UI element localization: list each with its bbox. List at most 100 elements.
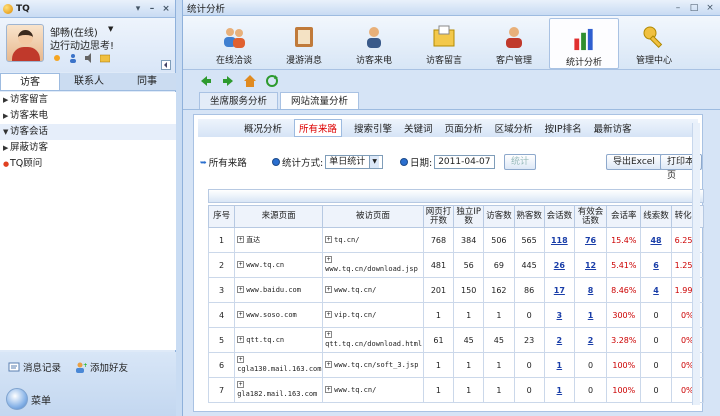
col-valid-sessions[interactable]: 有效会话数 [573,205,608,228]
sessions-link[interactable]: 2 [557,336,563,345]
message-record-button[interactable]: 消息记录 [8,360,61,374]
expand-plus-icon[interactable]: + [325,331,333,338]
sessions-link[interactable]: 26 [554,261,565,270]
tool-admin-center[interactable]: 管理中心 [619,16,689,69]
list-item-messages[interactable]: ▶ 访客留言 [0,92,176,108]
menu-search-engines[interactable]: 搜索引擎 [354,121,392,135]
forward-icon[interactable] [221,74,235,88]
menu-page-analysis[interactable]: 页面分析 [445,121,483,135]
table-row[interactable]: 1 + 直达 + tq.cn/768 384 506 565 118 76 15.4% 48 6.25% [208,227,704,253]
sessions-link[interactable]: 1 [557,361,563,370]
valid-sessions-link[interactable]: 76 [585,236,596,245]
expand-plus-icon[interactable]: + [237,356,245,363]
user-icon[interactable] [68,53,78,63]
table-row[interactable]: 5 + qtt.tq.cn +qtt.tq.cn/download.html 61 45 4… [208,327,704,353]
avatar[interactable] [6,24,44,62]
expand-plus-icon[interactable]: + [237,335,245,343]
collapse-icon[interactable] [161,60,171,70]
tool-online-chat[interactable]: 在线洽谈 [199,16,269,69]
expand-plus-icon[interactable]: + [237,260,245,268]
tool-visitor-calls[interactable]: 访客来电 [339,16,409,69]
list-item-tq-advisor[interactable]: ● TQ顾问 [0,156,176,172]
leads-link[interactable]: 48 [650,236,661,245]
home-icon[interactable] [243,74,257,88]
menu-region-analysis[interactable]: 区域分析 [495,121,533,135]
row-number-cell: 4 [208,302,236,328]
list-item-calls[interactable]: ▶ 访客来电 [0,108,176,124]
col-regulars[interactable]: 熟客数 [513,205,545,228]
sessions-link[interactable]: 1 [557,386,563,395]
col-source[interactable]: 来源页面 [234,205,324,228]
back-icon[interactable] [199,74,213,88]
valid-sessions-link[interactable]: 12 [585,261,596,270]
sessions-link[interactable]: 17 [554,286,565,295]
vertical-scrollbar[interactable] [692,123,700,405]
valid-sessions-link[interactable]: 8 [588,286,594,295]
col-page-opens[interactable]: 网页打开数 [422,205,455,228]
close-icon[interactable]: × [704,2,716,14]
tool-roaming-messages[interactable]: 漫游消息 [269,16,339,69]
menu-icon[interactable]: ▾ [132,3,144,15]
table-row[interactable]: 7 +gla182.mail.163.com + www.tq.cn/1 1 1 0 1 0 10… [208,377,704,403]
table-row[interactable]: 3 + www.baidu.com + www.tq.cn/201 150 162 86 17 8… [208,277,704,303]
col-unique-ip[interactable]: 独立IP数 [453,205,485,228]
user-message[interactable]: 边行动边思考! [50,37,114,52]
expand-plus-icon[interactable]: + [325,235,333,243]
menu-ip-ranking[interactable]: 按IP排名 [545,121,582,135]
menu-overview[interactable]: 概况分析 [244,121,282,135]
stat-method-select[interactable]: 单日统计 ▼ [325,155,384,169]
leads-link[interactable]: 4 [653,286,659,295]
table-row[interactable]: 2 + www.tq.cn +www.tq.cn/download.jsp 481 56 6… [208,252,704,278]
col-leads[interactable]: 线索数 [640,205,672,228]
main-menu-button[interactable]: 菜单 [6,388,51,410]
date-input[interactable]: 2011-04-07 [434,155,495,169]
expand-plus-icon[interactable]: + [237,285,245,293]
list-item-sessions[interactable]: ▼ 访客会话 [0,124,176,140]
expand-plus-icon[interactable]: + [237,381,245,388]
status-dropdown-icon[interactable]: ▼ [108,25,113,33]
menu-all-sources[interactable]: 所有来路 [294,119,343,137]
tab-agent-service-analysis[interactable]: 坐席服务分析 [199,92,279,109]
expand-plus-icon[interactable]: + [325,360,333,368]
export-excel-button[interactable]: 导出Excel [606,154,662,170]
table-row[interactable]: 4 + www.soso.com + vip.tq.cn/1 1 1 0 3 1 300% 0 0% [208,302,704,328]
list-item-blocked[interactable]: ▶ 屏蔽访客 [0,140,176,156]
expand-plus-icon[interactable]: + [325,285,333,293]
col-session-rate[interactable]: 会话率 [606,205,642,228]
tab-web-traffic-analysis[interactable]: 网站流量分析 [280,92,360,109]
sessions-link[interactable]: 3 [557,311,563,320]
expand-plus-icon[interactable]: + [237,310,245,318]
menu-latest-visitors[interactable]: 最新访客 [594,121,632,135]
horizontal-scrollbar[interactable] [208,189,704,203]
col-visitors[interactable]: 访客数 [483,205,515,228]
expand-plus-icon[interactable]: + [325,256,333,263]
col-sessions[interactable]: 会话数 [543,205,575,228]
sessions-link[interactable]: 118 [551,236,568,245]
tool-visitor-messages[interactable]: 访客留言 [409,16,479,69]
mail-icon[interactable] [100,53,110,63]
maximize-icon[interactable]: □ [688,2,700,14]
col-visited-page[interactable]: 被访页面 [322,205,424,228]
valid-sessions-link[interactable]: 2 [588,336,594,345]
tool-statistics[interactable]: 统计分析 [549,18,619,69]
col-no[interactable]: 序号 [208,205,236,228]
minimize-icon[interactable]: – [146,3,158,15]
volume-icon[interactable] [84,53,94,63]
valid-sessions-link[interactable]: 1 [588,311,594,320]
close-icon[interactable]: × [160,3,172,15]
stat-button[interactable]: 统计 [504,154,537,170]
tab-colleagues[interactable]: 同事 [118,73,176,90]
tool-customer-management[interactable]: 客户管理 [479,16,549,69]
leads-link[interactable]: 6 [653,261,659,270]
minimize-icon[interactable]: – [672,2,684,14]
expand-plus-icon[interactable]: + [325,310,333,318]
sun-icon[interactable] [52,53,62,63]
tab-contacts[interactable]: 联系人 [60,73,118,90]
add-friend-button[interactable]: + 添加好友 [75,360,128,374]
expand-plus-icon[interactable]: + [325,385,333,393]
expand-plus-icon[interactable]: + [237,235,245,243]
menu-keywords[interactable]: 关键词 [404,121,433,135]
refresh-icon[interactable] [265,74,279,88]
table-row[interactable]: 6 +cgla130.mail.163.com + www.tq.cn/soft_3.… [208,352,704,378]
tab-visitors[interactable]: 访客 [0,73,60,90]
